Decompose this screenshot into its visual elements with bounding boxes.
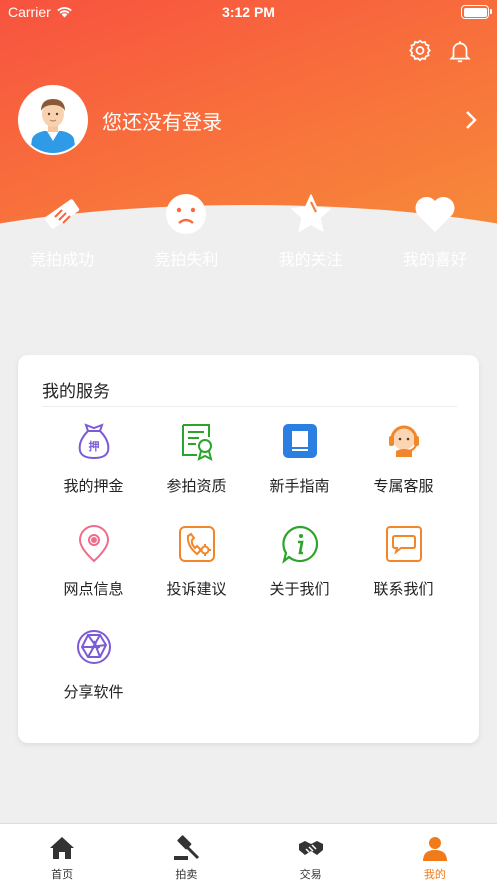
complaint-phone-icon (178, 526, 215, 562)
service-contact-us[interactable]: 联系我们 (352, 524, 455, 599)
sad-face-icon (166, 194, 207, 234)
certificate-icon (181, 424, 212, 461)
status-bar: Carrier 3:12 PM (0, 0, 497, 26)
services-card: 我的服务 押 我的押金 参拍资质 新手指南 专属客服 网点信息 投诉建议 关于我… (18, 355, 479, 743)
service-complaints[interactable]: 投诉建议 (145, 524, 248, 599)
info-icon (281, 525, 318, 564)
user-icon (422, 837, 447, 861)
guide-book-icon (282, 424, 317, 458)
tab-auction[interactable]: 拍卖 (124, 824, 248, 883)
customer-service-icon (388, 425, 419, 457)
services-title: 我的服务 (42, 382, 110, 402)
login-row[interactable]: 您还没有登录 (18, 85, 480, 155)
status-time: 3:12 PM (222, 4, 275, 20)
deposit-bag-icon: 押 (78, 423, 109, 460)
avatar[interactable] (18, 85, 88, 155)
home-icon (50, 837, 75, 859)
quick-item-auction-lost[interactable]: 竞拍失利 (124, 192, 248, 270)
star-icon (290, 194, 331, 232)
default-avatar-icon (20, 87, 86, 153)
handshake-icon (298, 841, 323, 855)
service-deposit[interactable]: 押 我的押金 (42, 421, 145, 496)
service-customer-support[interactable]: 专属客服 (352, 421, 455, 496)
notification-bell-icon[interactable] (447, 38, 473, 64)
gavel-icon (174, 835, 200, 860)
chevron-right-icon[interactable] (460, 108, 480, 132)
tab-mine[interactable]: 我的 (373, 824, 497, 883)
login-prompt[interactable]: 您还没有登录 (102, 106, 460, 135)
tab-bar: 首页 拍卖 交易 我的 (0, 823, 497, 883)
location-pin-icon (78, 525, 109, 563)
tab-home[interactable]: 首页 (0, 824, 124, 883)
settings-gear-icon[interactable] (407, 38, 433, 64)
quick-item-following[interactable]: 我的关注 (249, 192, 373, 270)
quick-item-auction-won[interactable]: 竞拍成功 (0, 192, 124, 270)
service-share-app[interactable]: 分享软件 (42, 627, 145, 702)
quick-item-favorites[interactable]: 我的喜好 (373, 192, 497, 270)
message-icon (385, 526, 422, 562)
handshake-icon (44, 199, 80, 229)
tab-trade[interactable]: 交易 (249, 824, 373, 883)
svg-text:押: 押 (88, 439, 99, 453)
heart-icon (415, 196, 455, 232)
service-branch-info[interactable]: 网点信息 (42, 524, 145, 599)
quick-actions: 竞拍成功 竞拍失利 我的关注 我的喜好 (0, 192, 497, 270)
service-guide[interactable]: 新手指南 (248, 421, 351, 496)
service-about-us[interactable]: 关于我们 (248, 524, 351, 599)
share-aperture-icon (76, 630, 111, 664)
battery-icon (461, 5, 492, 19)
divider (42, 406, 457, 407)
service-qualification[interactable]: 参拍资质 (145, 421, 248, 496)
